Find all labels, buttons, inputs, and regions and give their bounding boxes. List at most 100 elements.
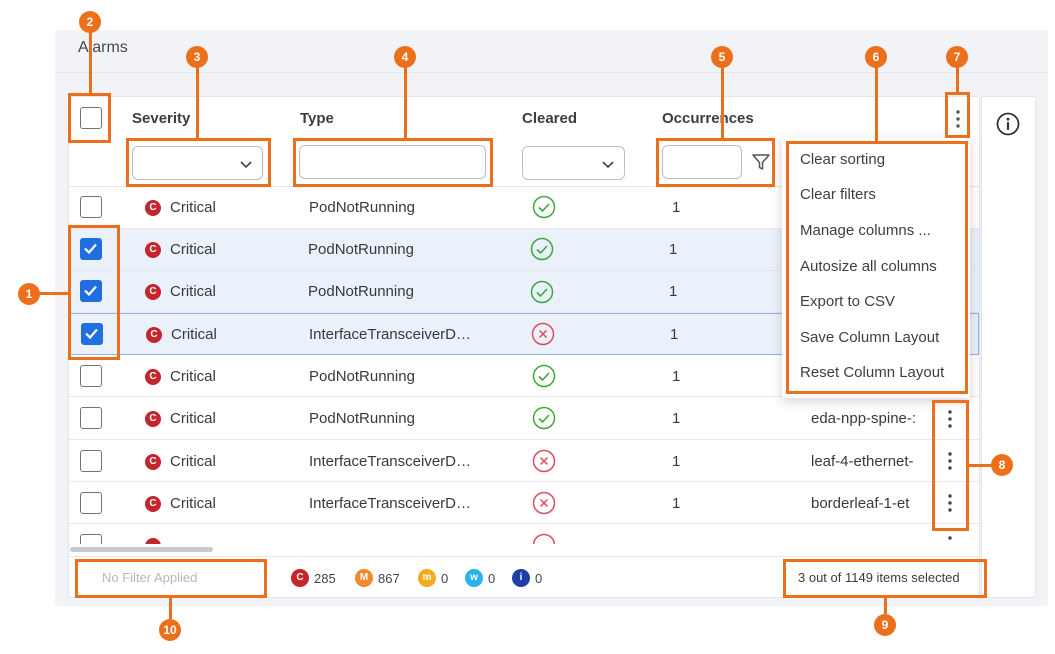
column-header-type[interactable]: Type [300,110,334,127]
occurrences-cell: 1 [672,368,681,385]
annotation-marker-6: 6 [865,46,887,68]
info-count-badge: i [512,569,530,587]
annotation-marker-4: 4 [394,46,416,68]
cleared-x-icon [532,449,556,473]
occurrences-cell: 1 [672,199,681,216]
type-cell: InterfaceTransceiverD… [309,326,471,343]
resource-cell: borderleaf-1-et [811,495,910,512]
info-side-panel [981,96,1036,598]
table-row-partial [69,524,979,544]
footer-divider [69,556,979,557]
severity-critical-icon: C [145,411,161,427]
horizontal-scrollbar[interactable] [70,547,213,552]
annotation-marker-9: 9 [874,614,896,636]
row-checkbox[interactable] [80,450,102,472]
annotation-line-5 [721,66,724,138]
annotation-box-7 [945,92,970,138]
annotation-line-7 [956,66,959,92]
warning-count-badge: w [465,569,483,587]
severity-critical-icon [145,538,161,544]
type-cell: PodNotRunning [309,410,415,427]
row-action-kebab-icon[interactable] [942,534,958,544]
cleared-x-icon [532,491,556,515]
annotation-box-8 [932,400,969,531]
annotation-box-5 [656,138,775,187]
chevron-down-icon [602,161,614,169]
severity-critical-icon: C [145,242,161,258]
severity-cell: Critical [170,368,216,385]
occurrences-cell: 1 [672,453,681,470]
type-cell: PodNotRunning [308,283,414,300]
annotation-box-4 [293,138,493,187]
annotation-marker-8: 8 [991,454,1013,476]
column-header-occurrences[interactable]: Occurrences [662,110,754,127]
row-checkbox[interactable] [80,365,102,387]
annotation-marker-5: 5 [711,46,733,68]
minor-count: 0 [441,571,449,586]
row-checkbox[interactable] [80,492,102,514]
occurrences-cell: 1 [669,283,678,300]
annotation-marker-10: 10 [159,619,181,641]
severity-cell: Critical [170,199,216,216]
info-icon[interactable] [995,111,1021,137]
cleared-check-icon [532,195,556,219]
annotation-line-3 [196,66,199,138]
critical-count: 285 [314,571,336,586]
occurrences-cell: 1 [669,241,678,258]
annotation-marker-2: 2 [79,11,101,33]
cleared-check-icon [532,406,556,430]
severity-critical-icon: C [145,454,161,470]
annotation-line-9 [884,598,887,614]
panel-divider [55,72,1048,73]
severity-critical-icon: C [146,327,162,343]
severity-cell: Critical [170,410,216,427]
occurrences-cell: 1 [670,326,679,343]
severity-critical-icon: C [145,369,161,385]
resource-cell: leaf-4-ethernet- [811,453,914,470]
severity-critical-icon: C [145,496,161,512]
type-cell: PodNotRunning [309,368,415,385]
row-checkbox[interactable] [80,407,102,429]
cleared-check-icon [532,364,556,388]
column-header-severity[interactable]: Severity [132,110,190,127]
critical-count-badge: C [291,569,309,587]
severity-cell: Critical [170,283,216,300]
info-count: 0 [535,571,543,586]
cleared-x-icon [531,322,555,346]
warning-count: 0 [488,571,496,586]
type-cell: InterfaceTransceiverD… [309,453,471,470]
severity-cell: Critical [171,326,217,343]
severity-cell: Critical [170,453,216,470]
type-cell: PodNotRunning [308,241,414,258]
annotation-box-3 [126,138,271,187]
column-header-cleared[interactable]: Cleared [522,110,577,127]
annotation-marker-3: 3 [186,46,208,68]
annotation-box-1 [68,225,120,360]
annotation-box-10 [75,559,267,598]
annotation-box-2 [68,93,111,143]
type-cell: PodNotRunning [309,199,415,216]
minor-count-badge: m [418,569,436,587]
resource-cell: eda-npp-spine-: [811,410,917,427]
annotation-line-6 [875,66,878,141]
cleared-check-icon [530,280,554,304]
cleared-x-icon [532,533,556,544]
severity-cell: Critical [170,241,216,258]
row-checkbox[interactable] [80,534,102,544]
annotation-line-4 [404,66,407,138]
annotation-line-2 [89,31,92,93]
annotation-line-8 [969,464,992,467]
annotation-line-1 [40,292,68,295]
annotation-box-6 [786,141,968,394]
severity-cell: Critical [170,495,216,512]
annotation-line-10 [169,598,172,619]
occurrences-cell: 1 [672,410,681,427]
annotation-box-9 [783,559,987,598]
row-checkbox[interactable] [80,196,102,218]
major-count: 867 [378,571,400,586]
severity-critical-icon: C [145,200,161,216]
panel-title: Alarms [78,39,128,56]
severity-critical-icon: C [145,284,161,300]
type-cell: InterfaceTransceiverD… [309,495,471,512]
cleared-filter-select[interactable] [522,146,625,180]
